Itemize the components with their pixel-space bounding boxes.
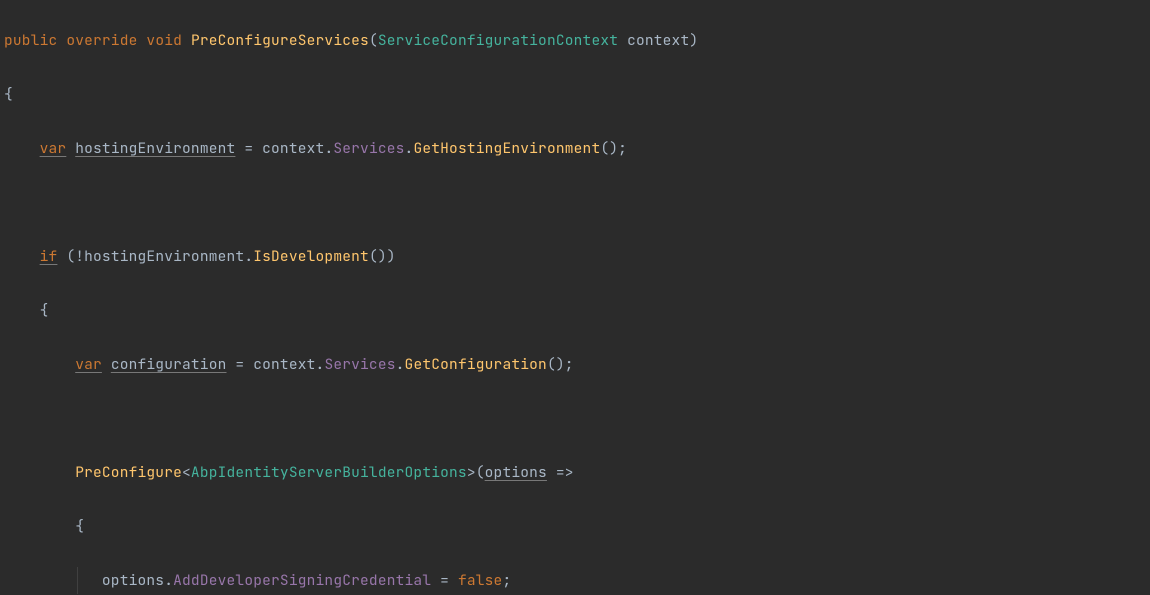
parens: (); <box>547 355 574 374</box>
dot: . <box>396 355 405 374</box>
local-var: hostingEnvironment <box>75 139 235 158</box>
member: Services <box>324 355 395 374</box>
code-line[interactable]: { <box>4 513 1146 540</box>
ident: options <box>102 571 164 590</box>
brace: { <box>4 85 13 104</box>
ident: context <box>253 355 315 374</box>
keyword-if: if <box>40 247 58 266</box>
member: AddDeveloperSigningCredential <box>173 571 431 590</box>
keyword-override: override <box>66 31 137 50</box>
param-name: context <box>627 31 689 50</box>
op: = <box>431 571 458 590</box>
method-call: GetConfiguration <box>405 355 547 374</box>
method-name: PreConfigureServices <box>191 31 369 50</box>
method-call: GetHostingEnvironment <box>413 139 600 158</box>
code-editor[interactable]: public override void PreConfigureService… <box>0 0 1150 595</box>
code-line[interactable]: options.AddDeveloperSigningCredential = … <box>4 567 1146 594</box>
ident: hostingEnvironment <box>84 247 244 266</box>
arrow: => <box>547 463 574 482</box>
code-line[interactable]: PreConfigure<AbpIdentityServerBuilderOpt… <box>4 459 1146 486</box>
keyword-public: public <box>4 31 57 50</box>
angle-paren: >( <box>467 463 485 482</box>
dot: . <box>164 571 173 590</box>
angle: < <box>182 463 191 482</box>
keyword-var: var <box>75 355 102 374</box>
param-type: ServiceConfigurationContext <box>378 31 618 50</box>
generic-type: AbpIdentityServerBuilderOptions <box>191 463 467 482</box>
paren: ) <box>689 31 698 50</box>
method-call: PreConfigure <box>75 463 182 482</box>
close: ()) <box>369 247 396 266</box>
brace: { <box>75 517 84 536</box>
op: = <box>227 355 254 374</box>
semi: ; <box>502 571 511 590</box>
dot: . <box>324 139 333 158</box>
paren: ( <box>369 31 378 50</box>
dot: . <box>244 247 253 266</box>
member: Services <box>333 139 404 158</box>
keyword-var: var <box>40 139 67 158</box>
local-var: configuration <box>111 355 227 374</box>
code-line[interactable]: var configuration = context.Services.Get… <box>4 351 1146 378</box>
code-line[interactable]: var hostingEnvironment = context.Service… <box>4 135 1146 162</box>
code-line[interactable]: if (!hostingEnvironment.IsDevelopment()) <box>4 243 1146 270</box>
lambda-param: options <box>485 463 547 482</box>
keyword-void: void <box>146 31 182 50</box>
op: = <box>235 139 262 158</box>
code-line[interactable]: public override void PreConfigureService… <box>4 27 1146 54</box>
code-line[interactable]: { <box>4 81 1146 108</box>
literal-false: false <box>458 571 503 590</box>
brace: { <box>40 301 49 320</box>
code-line[interactable] <box>4 405 1146 432</box>
ident: context <box>262 139 324 158</box>
code-line[interactable]: { <box>4 297 1146 324</box>
op: (! <box>57 247 84 266</box>
method-call: IsDevelopment <box>253 247 369 266</box>
parens: (); <box>600 139 627 158</box>
code-line[interactable] <box>4 189 1146 216</box>
